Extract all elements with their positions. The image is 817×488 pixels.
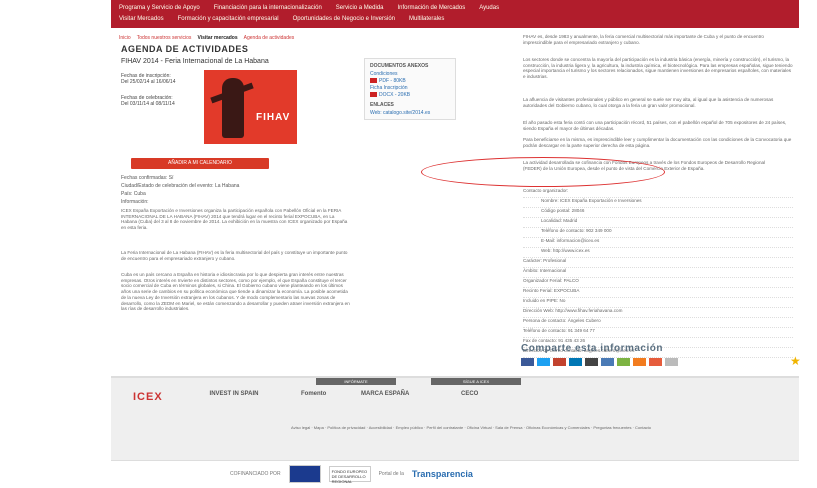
footer-tab-informate[interactable]: INFÓRMATE	[316, 378, 396, 385]
description-paragraph: Cuba es un país cercano a España en hist…	[121, 272, 350, 312]
statue-figure	[222, 78, 244, 138]
celebration-dates: Del 03/11/14 al 08/11/14	[121, 101, 175, 107]
info-label: Información:	[121, 199, 149, 205]
documents-title: DOCUMENTOS ANEXOS	[370, 63, 429, 69]
share-button-icon[interactable]	[537, 358, 550, 366]
event-title: FIHAV 2014 - Feria Internacional de La H…	[121, 58, 269, 65]
event-city: Ciudad/Estado de celebración del evento:…	[121, 183, 240, 189]
contact-row: Persona de contacto: Ángeles Cubero	[523, 318, 793, 328]
breadcrumb-link[interactable]: Inicio	[119, 35, 131, 41]
document-file[interactable]: DOCX - 20KB	[370, 92, 450, 98]
page-title: AGENDA DE ACTIVIDADES	[121, 44, 249, 54]
contact-row: Carácter: Profesional	[523, 258, 793, 268]
share-button-icon[interactable]	[633, 358, 646, 366]
dates-confirmed: Fechas confirmadas: Sí	[121, 175, 174, 181]
nav-item[interactable]: Financiación para la internacionalizació…	[214, 5, 322, 11]
ceco-logo[interactable]: CECO	[461, 391, 478, 397]
nav-item[interactable]: Ayudas	[479, 5, 499, 11]
nav-item[interactable]: Multilaterales	[409, 16, 444, 22]
right-paragraph: La afluencia de visitantes profesionales…	[523, 97, 774, 108]
contact-row: Código postal: 28046	[523, 208, 793, 218]
breadcrumb-current: Agenda de actividades	[243, 35, 295, 41]
highlight-ellipse	[421, 157, 665, 187]
eu-flag-logo	[288, 465, 321, 483]
feder-logo: FONDO EUROPEO DE DESARROLLO REGIONAL	[328, 466, 371, 484]
share-button-icon[interactable]	[569, 358, 582, 366]
invest-in-spain-logo[interactable]: INVEST IN SPAIN	[209, 391, 259, 397]
breadcrumb-link[interactable]: Todos nuestros servicios	[137, 35, 192, 41]
nav-item[interactable]: Oportunidades de Negocio e Inversión	[293, 16, 395, 22]
share-button-icon[interactable]	[553, 358, 566, 366]
right-paragraph: El año pasado esta feria contó con una p…	[523, 120, 787, 131]
add-to-calendar-button[interactable]: AÑADIR A MI CALENDARIO	[131, 158, 269, 169]
description-paragraph: ICEX España Exportación e Inversiones or…	[121, 208, 348, 231]
share-button-icon[interactable]	[585, 358, 598, 366]
contact-row: Teléfono de contacto: 91 349 64 77	[523, 328, 793, 338]
inscription-dates: Del 25/02/14 al 16/06/14	[121, 79, 176, 85]
cofinanced-label: COFINANCIADO POR	[230, 471, 281, 477]
external-link[interactable]: Web: catalogo.site/2014.es	[370, 110, 450, 116]
document-link[interactable]: Condiciones	[370, 71, 450, 77]
share-button-icon[interactable]	[617, 358, 630, 366]
right-paragraph: FIHAV es, desde 1983 y anualmente, la fe…	[523, 34, 764, 45]
right-paragraph: Para beneficiarse en la misma, es impres…	[523, 137, 792, 148]
share-button-icon[interactable]	[649, 358, 662, 366]
footer: INFÓRMATE SÍGUE A ICEX ICEX INVEST IN SP…	[111, 376, 799, 460]
nav-item[interactable]: Servicio a Medida	[336, 5, 384, 11]
nav-item[interactable]: Formación y capacitación empresarial	[178, 16, 279, 22]
contact-row: Ámbito: Internacional	[523, 268, 793, 278]
nav-item[interactable]: Información de Mercados	[398, 5, 466, 11]
breadcrumb-link[interactable]: Visitar mercados	[197, 35, 237, 41]
transparency-logo[interactable]: Transparencia	[412, 469, 473, 479]
bottom-logos: COFINANCIADO POR FONDO EUROPEO DE DESARR…	[230, 465, 473, 484]
event-country: País: Cuba	[121, 191, 146, 197]
contact-row: Incluido en PIPE: No	[523, 298, 793, 308]
nav-item[interactable]: Programa y Servicio de Apoyo	[119, 5, 200, 11]
document-file[interactable]: PDF - 80KB	[370, 78, 450, 84]
fihav-logo: FIHAV	[256, 112, 291, 123]
contact-row: Localidad: Madrid	[523, 218, 793, 228]
share-button-icon[interactable]	[521, 358, 534, 366]
doc-icon	[370, 92, 377, 98]
favorite-star-icon[interactable]: ★	[790, 354, 801, 368]
pdf-icon	[370, 78, 377, 84]
breadcrumb: Inicio Todos nuestros servicios Visitar …	[119, 35, 294, 41]
links-title: ENLACES	[370, 102, 394, 108]
event-image: FIHAV	[204, 70, 297, 144]
marca-espana-logo[interactable]: MARCA ESPAÑA	[361, 391, 409, 397]
transparency-sub: Portal de la	[378, 471, 404, 477]
contact-row: Nombre: ICEX España Exportación e Invers…	[523, 198, 793, 208]
fomento-logo[interactable]: Fomento	[301, 391, 326, 397]
share-title: Comparte esta información	[521, 343, 663, 354]
main-nav: Programa y Servicio de Apoyo Financiació…	[111, 0, 799, 28]
contact-row: Organizador Ferial: PALCO	[523, 278, 793, 288]
contact-email[interactable]: E-Mail: informacion@icex.es	[523, 238, 793, 248]
footer-tab-sigue[interactable]: SÍGUE A ICEX	[431, 378, 521, 385]
footer-divider	[111, 460, 799, 461]
document-link[interactable]: Ficha Inscripción	[370, 85, 450, 91]
share-icons	[521, 358, 678, 366]
description-paragraph: La Feria Internacional de La Habana (FIH…	[121, 250, 348, 261]
right-paragraph: Los sectores donde se concentra la mayor…	[523, 57, 793, 80]
share-button-icon[interactable]	[601, 358, 614, 366]
footer-links[interactable]: Aviso legal · Mapa · Política de privaci…	[171, 425, 771, 431]
contact-row: Teléfono de contacto: 902 349 000	[523, 228, 793, 238]
contact-block: Contacto organizador: Nombre: ICEX Españ…	[523, 188, 793, 358]
contact-web[interactable]: Web: http://www.icex.es	[523, 248, 793, 258]
share-button-icon[interactable]	[665, 358, 678, 366]
nav-item[interactable]: Visitar Mercados	[119, 16, 164, 22]
contact-title: Contacto organizador:	[523, 188, 793, 198]
documents-panel: DOCUMENTOS ANEXOS Condiciones PDF - 80KB…	[364, 58, 456, 120]
contact-web-link[interactable]: Dirección Web: http://www.fihav.feriahav…	[523, 308, 793, 318]
contact-row: Recinto Ferial: EXPOCUBA	[523, 288, 793, 298]
icex-logo[interactable]: ICEX	[133, 391, 163, 403]
